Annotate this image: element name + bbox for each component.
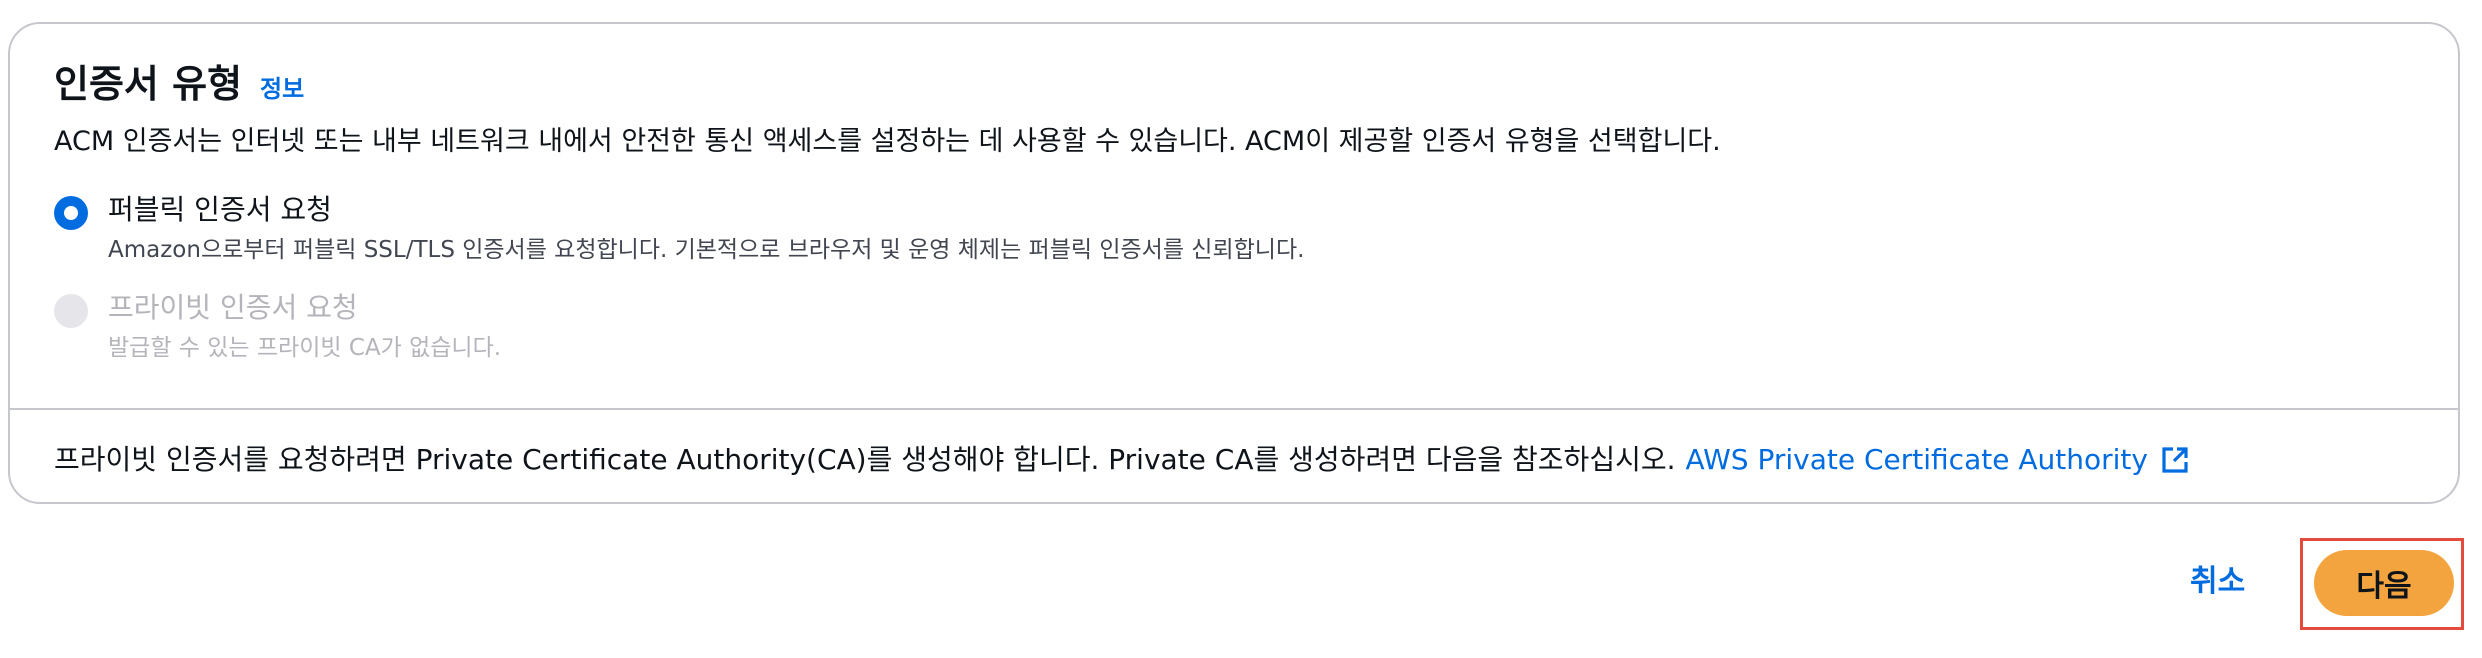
radio-description-public: Amazon으로부터 퍼블릭 SSL/TLS 인증서를 요청합니다. 기본적으로… [108,237,1305,263]
radio-text-public: 퍼블릭 인증서 요청 Amazon으로부터 퍼블릭 SSL/TLS 인증서를 요… [108,190,1304,268]
section-description: ACM 인증서는 인터넷 또는 내부 네트워크 내에서 안전한 통신 액세스를 … [54,126,1721,157]
panel-divider [10,408,2458,410]
next-button[interactable]: 다음 [2314,550,2454,616]
radio-label-private: 프라이빗 인증서 요청 [108,291,358,324]
radio-text-private: 프라이빗 인증서 요청 발급할 수 있는 프라이빗 CA가 없습니다. [108,288,501,366]
radio-button-private [54,294,88,328]
panel-body: 인증서 유형 정보 ACM 인증서는 인터넷 또는 내부 네트워크 내에서 안전… [10,24,2458,408]
cancel-button[interactable]: 취소 [2190,562,2245,602]
radio-label-public[interactable]: 퍼블릭 인증서 요청 [108,190,1304,230]
panel-footer: 프라이빗 인증서를 요청하려면 Private Certificate Auth… [54,440,2190,480]
radio-option-private: 프라이빗 인증서 요청 발급할 수 있는 프라이빗 CA가 없습니다. [54,288,501,366]
radio-option-public[interactable]: 퍼블릭 인증서 요청 Amazon으로부터 퍼블릭 SSL/TLS 인증서를 요… [54,190,1304,268]
certificate-type-panel: 인증서 유형 정보 ACM 인증서는 인터넷 또는 내부 네트워크 내에서 안전… [8,22,2460,504]
section-title: 인증서 유형 [54,62,243,106]
footer-text: 프라이빗 인증서를 요청하려면 Private Certificate Auth… [54,443,1676,476]
aws-private-ca-link[interactable]: AWS Private Certificate Authority [1686,440,2190,480]
radio-button-public[interactable] [54,196,88,230]
radio-description-private: 발급할 수 있는 프라이빗 CA가 없습니다. [108,335,502,361]
section-header: 인증서 유형 정보 [54,60,304,108]
external-link-icon[interactable] [2160,445,2190,475]
info-link[interactable]: 정보 [260,69,304,104]
aws-private-ca-link-label[interactable]: AWS Private Certificate Authority [1686,440,2148,480]
